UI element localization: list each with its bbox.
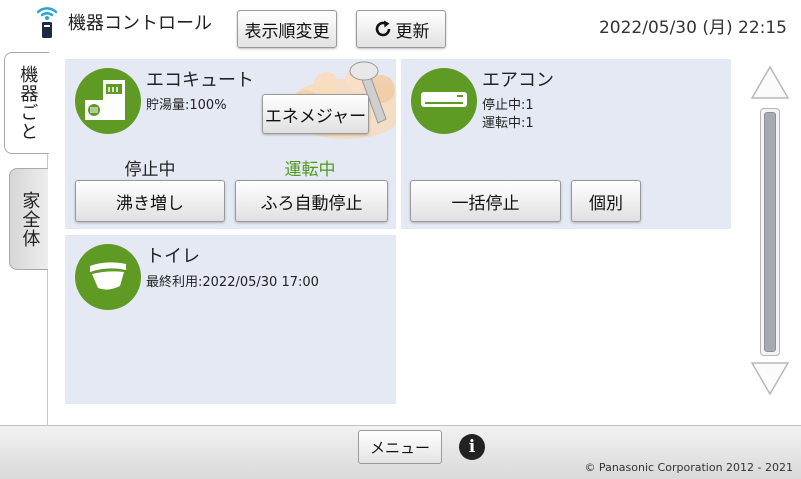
stop-all-button[interactable]: 一括停止 [410, 180, 561, 222]
scrollbar-thumb[interactable] [764, 112, 776, 352]
scrollbar-track[interactable] [760, 108, 780, 356]
tab-whole-house-label: 家全体 [19, 190, 41, 248]
datetime: 2022/05/30 (月) 22:15 [598, 18, 787, 38]
toilet-last-used: 最終利用:2022/05/30 17:00 [146, 275, 319, 290]
water-heater-icon [75, 68, 141, 134]
refresh-label: 更新 [395, 21, 430, 42]
ecocute-hot-water-level: 貯湯量:100% [146, 98, 227, 113]
ecocute-panel: エコキュート 貯湯量:100% エネメジャー 停止中 運転中 沸き増し ふろ自動… [65, 59, 396, 229]
footer: メニュー i © Panasonic Corporation 2012 - 20… [0, 425, 801, 479]
toilet-icon [75, 244, 141, 310]
reheat-button[interactable]: 沸き増し [75, 180, 225, 222]
toilet-panel: トイレ 最終利用:2022/05/30 17:00 [65, 235, 396, 404]
ecocute-name: エコキュート [146, 70, 254, 91]
copyright: © Panasonic Corporation 2012 - 2021 [584, 461, 793, 474]
aircon-panel: エアコン 停止中:1 運転中:1 一括停止 個別 [401, 59, 731, 229]
refresh-button[interactable]: 更新 [356, 10, 446, 48]
scroll-down-arrow[interactable] [749, 359, 791, 397]
enemeasure-button[interactable]: エネメジャー [262, 94, 369, 134]
ecocute-status-running: 運転中 [284, 160, 336, 180]
header: 機器コントロール 表示順変更 更新 2022/05/30 (月) 22:15 [0, 0, 801, 52]
aircon-running-count: 運転中:1 [482, 116, 534, 131]
aircon-name: エアコン [482, 70, 554, 91]
toilet-name: トイレ [146, 246, 200, 267]
ecocute-status-stopped: 停止中 [124, 160, 176, 180]
refresh-icon [375, 20, 390, 37]
aircon-stopped-count: 停止中:1 [482, 98, 534, 113]
menu-button[interactable]: メニュー [358, 430, 442, 464]
tab-whole-house[interactable]: 家全体 [9, 168, 48, 270]
air-conditioner-icon [411, 68, 477, 134]
individual-button[interactable]: 個別 [571, 180, 641, 222]
info-icon[interactable]: i [459, 434, 485, 460]
bath-auto-stop-button[interactable]: ふろ自動停止 [235, 180, 388, 222]
scroll-up-arrow[interactable] [749, 64, 791, 102]
tab-by-device[interactable]: 機器ごと [4, 52, 49, 154]
wireless-signal-icon [36, 7, 58, 38]
page-title: 機器コントロール [68, 13, 212, 34]
change-order-button[interactable]: 表示順変更 [237, 10, 337, 48]
tab-by-device-label: 機器ごと [17, 65, 39, 141]
